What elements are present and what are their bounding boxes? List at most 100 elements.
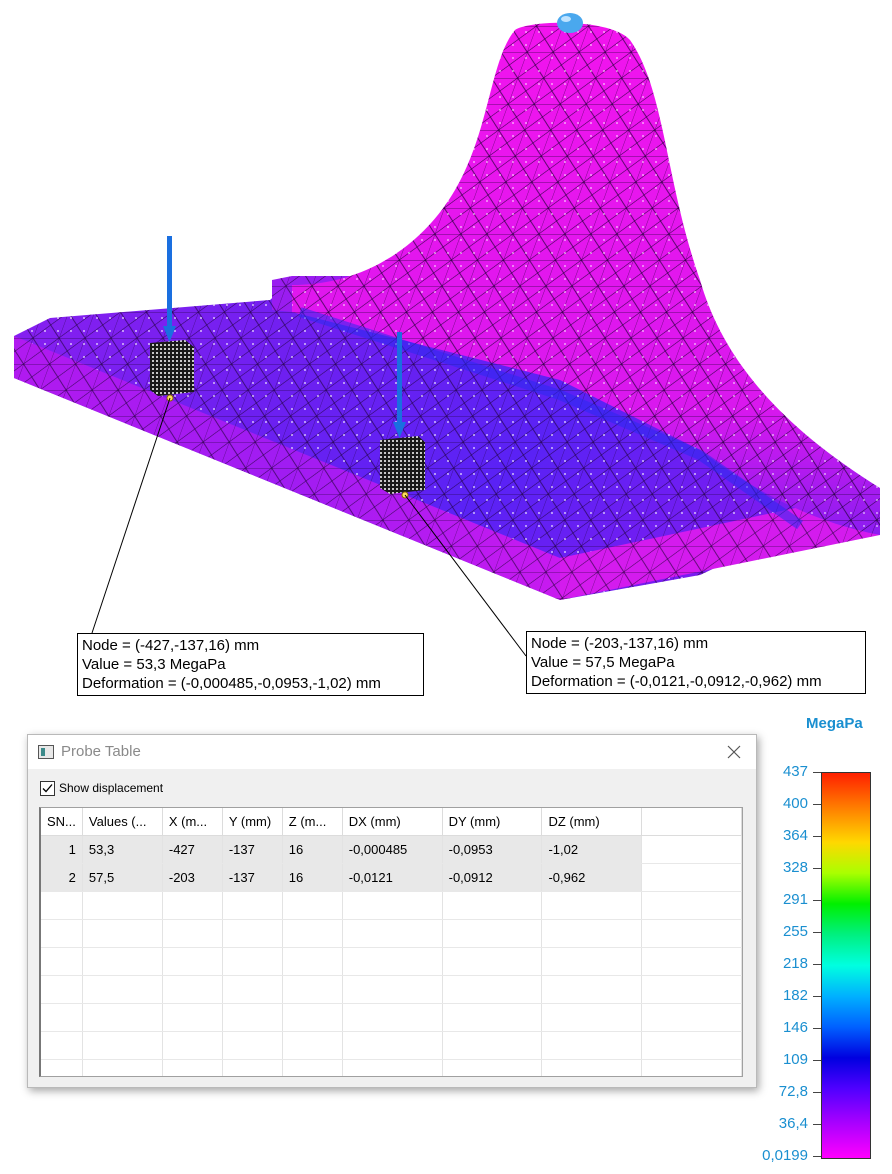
table-cell-empty <box>641 835 742 864</box>
fe-mesh-model <box>14 13 880 657</box>
table-cell[interactable]: -137 <box>222 863 283 892</box>
show-displacement-label[interactable]: Show displacement <box>59 781 163 795</box>
column-header-y[interactable]: Y (mm) <box>222 808 283 836</box>
probe-table[interactable]: SN... Values (... X (m... Y (mm) Z (m...… <box>39 807 743 1077</box>
legend-color-bar <box>821 772 871 1159</box>
table-cell-empty <box>282 947 343 976</box>
table-cell-empty <box>342 891 443 920</box>
column-header-dy[interactable]: DY (mm) <box>442 808 543 836</box>
table-cell-empty <box>442 919 543 948</box>
table-cell-empty <box>541 919 643 948</box>
table-cell[interactable]: -0,0912 <box>442 863 543 892</box>
column-header-dx[interactable]: DX (mm) <box>342 808 443 836</box>
table-cell-empty <box>541 947 643 976</box>
table-cell[interactable]: 16 <box>282 863 343 892</box>
table-row[interactable]: 2 57,5 -203 -137 16 -0,0121 -0,0912 -0,962 <box>41 863 742 892</box>
table-cell[interactable]: 16 <box>282 835 343 864</box>
table-cell-empty <box>41 1059 83 1076</box>
legend-tick-mark <box>813 1028 821 1029</box>
table-cell-empty <box>82 919 163 948</box>
table-row-empty <box>41 1031 742 1060</box>
column-header-z[interactable]: Z (m... <box>282 808 343 836</box>
table-cell[interactable]: -0,0953 <box>442 835 543 864</box>
table-cell-empty <box>641 975 742 1004</box>
show-displacement-checkbox[interactable] <box>40 781 55 796</box>
table-cell-empty <box>282 1003 343 1032</box>
table-cell-empty <box>222 975 283 1004</box>
table-cell-empty <box>541 1003 643 1032</box>
probe-marker-2 <box>380 436 425 494</box>
table-row-empty <box>41 947 742 976</box>
window-icon <box>38 745 54 759</box>
table-cell[interactable]: -203 <box>162 863 223 892</box>
table-cell-empty <box>82 1003 163 1032</box>
title-bar[interactable]: Probe Table <box>28 735 756 769</box>
table-cell[interactable]: -1,02 <box>541 835 643 864</box>
table-cell[interactable]: -0,962 <box>541 863 643 892</box>
table-cell-empty <box>342 1031 443 1060</box>
table-cell-empty <box>442 947 543 976</box>
table-cell-empty <box>282 975 343 1004</box>
table-cell-empty <box>282 1059 343 1076</box>
column-header-values[interactable]: Values (... <box>82 808 163 836</box>
table-cell[interactable]: -137 <box>222 835 283 864</box>
probe-deformation: Deformation = (-0,000485,-0,0953,-1,02) … <box>82 675 381 692</box>
table-cell-empty <box>222 1003 283 1032</box>
probe-node: Node = (-203,-137,16) mm <box>531 635 709 652</box>
table-row-empty <box>41 919 742 948</box>
checkmark-icon <box>42 784 53 793</box>
table-cell-empty <box>222 891 283 920</box>
column-header-dz[interactable]: DZ (mm) <box>541 808 643 836</box>
table-cell-empty <box>41 919 83 948</box>
table-cell[interactable]: -0,000485 <box>342 835 443 864</box>
table-cell-empty <box>282 1031 343 1060</box>
load-arrow-1 <box>163 236 176 342</box>
table-cell-empty <box>641 863 742 892</box>
table-cell-empty <box>541 1031 643 1060</box>
column-header-x[interactable]: X (m... <box>162 808 223 836</box>
table-cell-empty <box>82 975 163 1004</box>
close-icon <box>727 745 741 759</box>
model-viewport[interactable]: Node = (-427,-137,16) mm Value = 53,3 Me… <box>0 0 892 710</box>
table-cell-empty <box>162 1003 223 1032</box>
table-cell[interactable]: -0,0121 <box>342 863 443 892</box>
top-node-marker <box>557 13 583 33</box>
table-cell-empty <box>41 947 83 976</box>
table-row-empty <box>41 891 742 920</box>
table-cell-empty <box>222 919 283 948</box>
table-cell[interactable]: 2 <box>41 863 83 892</box>
probe-label-2: Node = (-203,-137,16) mm Value = 57,5 Me… <box>526 631 866 694</box>
table-cell-empty <box>162 947 223 976</box>
table-cell-empty <box>162 919 223 948</box>
table-cell[interactable]: 53,3 <box>82 835 163 864</box>
column-header-sn[interactable]: SN... <box>41 808 83 836</box>
table-cell-empty <box>442 891 543 920</box>
table-cell-empty <box>442 1059 543 1076</box>
table-cell-empty <box>41 1031 83 1060</box>
table-cell-empty <box>541 891 643 920</box>
table-row[interactable]: 1 53,3 -427 -137 16 -0,000485 -0,0953 -1,02 <box>41 835 742 864</box>
probe-label-1: Node = (-427,-137,16) mm Value = 53,3 Me… <box>77 633 424 696</box>
table-cell-empty <box>222 1031 283 1060</box>
table-row-empty <box>41 1003 742 1032</box>
legend-tick-mark <box>813 1092 821 1093</box>
table-header-row: SN... Values (... X (m... Y (mm) Z (m...… <box>41 808 742 836</box>
table-cell[interactable]: -427 <box>162 835 223 864</box>
table-cell-empty <box>82 947 163 976</box>
probe-table-window: Probe Table Show displacement SN... Valu… <box>27 734 757 1088</box>
table-cell-empty <box>82 1031 163 1060</box>
close-button[interactable] <box>720 740 748 764</box>
table-cell-empty <box>641 1059 742 1076</box>
table-cell[interactable]: 1 <box>41 835 83 864</box>
table-cell-empty <box>162 891 223 920</box>
table-cell-empty <box>82 1059 163 1076</box>
window-title: Probe Table <box>61 743 141 760</box>
legend-tick-mark <box>813 804 821 805</box>
legend-tick-mark <box>813 868 821 869</box>
table-cell-empty <box>641 919 742 948</box>
table-cell-empty <box>641 1031 742 1060</box>
table-row-empty <box>41 975 742 1004</box>
table-cell-empty <box>162 1031 223 1060</box>
table-cell-empty <box>641 1003 742 1032</box>
table-cell[interactable]: 57,5 <box>82 863 163 892</box>
